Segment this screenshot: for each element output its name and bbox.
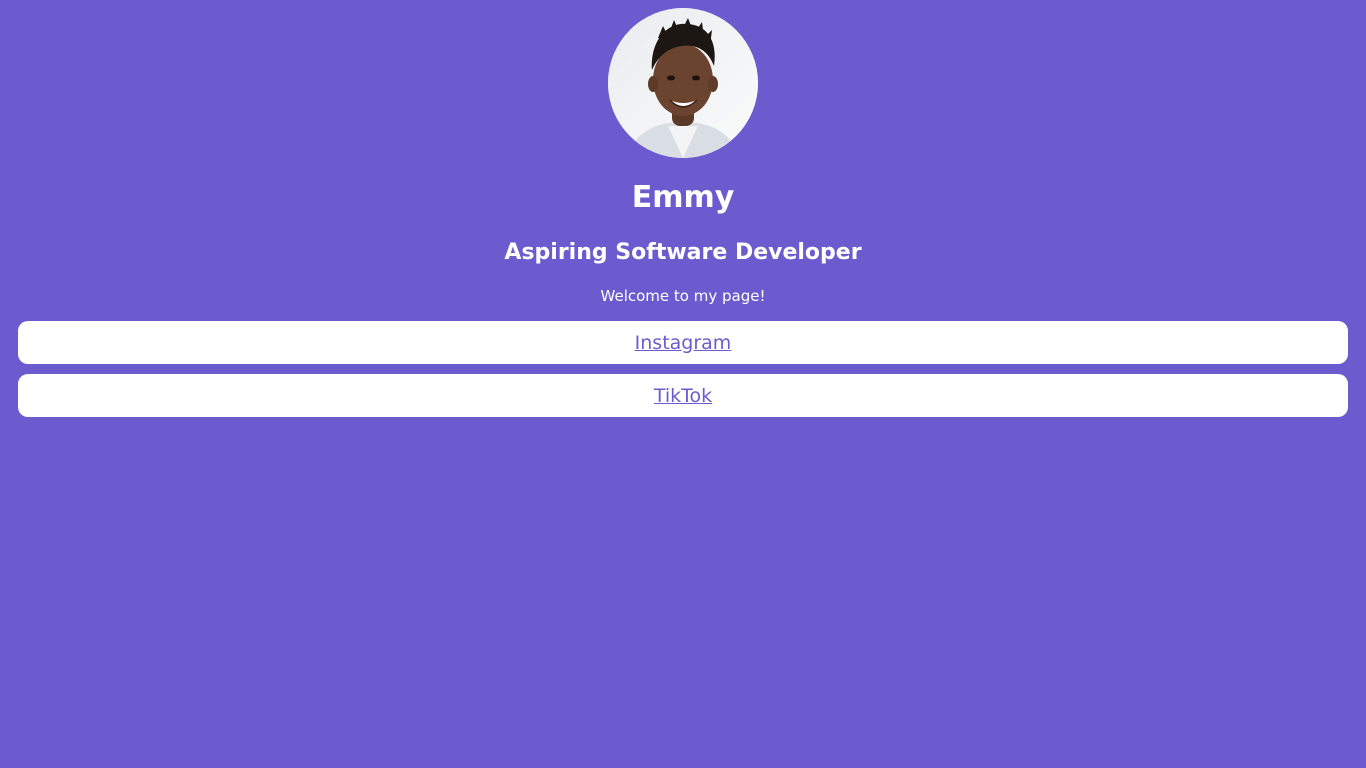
- profile-avatar: [608, 8, 758, 158]
- profile-name: Emmy: [631, 180, 735, 215]
- instagram-link[interactable]: Instagram: [635, 331, 732, 355]
- link-card-tiktok[interactable]: TikTok: [18, 374, 1348, 417]
- profile-photo: [608, 8, 758, 158]
- profile-page: Emmy Aspiring Software Developer Welcome…: [0, 0, 1366, 768]
- welcome-message: Welcome to my page!: [600, 287, 766, 305]
- profile-tagline: Aspiring Software Developer: [504, 240, 862, 265]
- link-card-instagram[interactable]: Instagram: [18, 321, 1348, 364]
- tiktok-link[interactable]: TikTok: [654, 384, 712, 408]
